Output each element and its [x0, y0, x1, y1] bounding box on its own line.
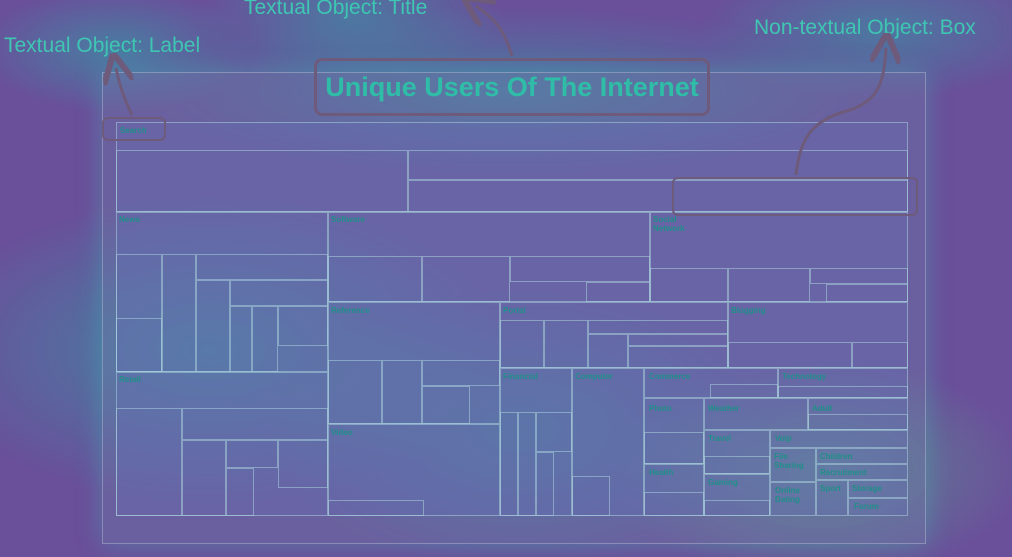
arrow-label	[116, 68, 132, 116]
arrow-box	[794, 48, 886, 176]
arrow-title	[476, 6, 514, 57]
annotation-arrows	[0, 0, 1012, 176]
